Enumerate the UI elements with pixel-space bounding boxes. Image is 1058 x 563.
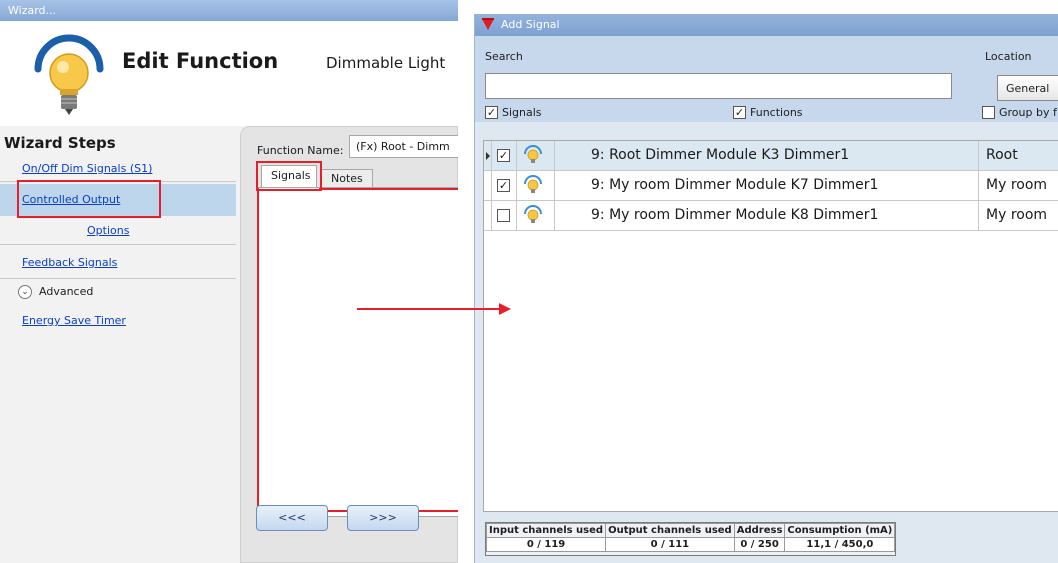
wizard-body: Wizard Steps On/Off Dim Signals (S1) Con… — [0, 126, 458, 563]
red-triangle-logo-icon — [482, 18, 494, 30]
usage-stats-table: Input channels used Output channels used… — [485, 522, 897, 556]
table-row[interactable]: ✓ 9: My room Dimmer Module K7 Dimmer1 My… — [484, 171, 1058, 201]
lightbulb-icon — [524, 205, 542, 223]
function-name-label: Function Name: — [257, 144, 344, 157]
highlight-box-controlled-output — [17, 180, 161, 218]
search-label: Search — [485, 50, 523, 63]
stats-header-consumption: Consumption (mA) — [784, 523, 896, 538]
advanced-section-toggle[interactable]: ⌄ Advanced — [0, 281, 236, 305]
row-header[interactable] — [484, 171, 492, 200]
group-by-filter-label: Group by f — [999, 106, 1057, 119]
signals-filter-label: Signals — [502, 106, 542, 119]
function-name-input[interactable]: (Fx) Root - Dimm — [349, 135, 458, 158]
row-header[interactable] — [484, 141, 492, 170]
add-signal-window: Add Signal Search Location General ✓ Sig… — [474, 14, 1058, 563]
stats-value-address: 0 / 250 — [733, 537, 786, 552]
row-checkbox[interactable]: ✓ — [497, 149, 510, 162]
lightbulb-icon — [34, 34, 104, 115]
advanced-label: Advanced — [39, 285, 94, 298]
stats-header-address: Address — [733, 523, 786, 538]
highlight-box-signals-tab — [256, 161, 322, 191]
signals-drop-area[interactable] — [257, 187, 458, 517]
signal-location: My room — [986, 177, 1048, 193]
signals-grid: ✓ 9: Root Dimmer Module K3 Dimmer1 Root … — [483, 140, 1058, 512]
wizard-steps-title: Wizard Steps — [4, 134, 116, 152]
stats-header-output: Output channels used — [605, 523, 735, 538]
functions-checkbox[interactable]: ✓ — [733, 106, 746, 119]
functions-filter-label: Functions — [750, 106, 803, 119]
wizard-window: Wizard... Edit Function Dimmable Light W… — [0, 0, 458, 563]
wizard-window-title: Wizard... — [8, 4, 57, 17]
lightbulb-icon — [524, 175, 542, 193]
table-row[interactable]: ✓ 9: Root Dimmer Module K3 Dimmer1 Root — [484, 141, 1058, 171]
highlight-line-top — [319, 188, 458, 190]
row-checkbox[interactable] — [497, 209, 510, 222]
tab-notes[interactable]: Notes — [321, 169, 373, 187]
lightbulb-icon — [524, 145, 542, 163]
step-options[interactable]: Options — [0, 219, 236, 245]
function-panel: Function Name: (Fx) Root - Dimm Signals … — [240, 126, 458, 563]
function-type-label: Dimmable Light — [326, 54, 446, 72]
step-feedback-signals[interactable]: Feedback Signals — [0, 253, 236, 279]
annotation-arrow — [357, 303, 513, 315]
stats-header-input: Input channels used — [485, 523, 607, 538]
table-row[interactable]: 9: My room Dimmer Module K8 Dimmer1 My r… — [484, 201, 1058, 231]
row-checkbox[interactable]: ✓ — [497, 179, 510, 192]
location-select[interactable]: General — [997, 75, 1058, 101]
highlight-line-left — [257, 188, 259, 512]
chevron-down-icon[interactable]: ⌄ — [18, 285, 32, 299]
row-pointer-icon — [486, 152, 490, 160]
wizard-header: Edit Function Dimmable Light — [0, 21, 458, 126]
group-by-checkbox[interactable] — [982, 106, 995, 119]
step-on-off-dim-signals[interactable]: On/Off Dim Signals (S1) — [0, 160, 236, 182]
location-label: Location — [985, 50, 1032, 63]
signals-checkbox[interactable]: ✓ — [485, 106, 498, 119]
signal-location: Root — [986, 147, 1018, 163]
stats-value-consumption: 11,1 / 450,0 — [784, 537, 896, 552]
signal-name: 9: Root Dimmer Module K3 Dimmer1 — [591, 147, 850, 163]
wizard-title-bar: Wizard... — [0, 0, 458, 21]
next-button[interactable]: >>> — [347, 505, 419, 531]
stats-value-output: 0 / 111 — [605, 537, 735, 552]
step-energy-save-timer[interactable]: Energy Save Timer — [0, 314, 236, 336]
previous-button[interactable]: <<< — [256, 505, 328, 531]
signal-name: 9: My room Dimmer Module K8 Dimmer1 — [591, 207, 879, 223]
row-header[interactable] — [484, 201, 492, 230]
add-signal-title-bar: Add Signal — [475, 14, 1058, 36]
search-input[interactable] — [485, 73, 952, 99]
wizard-steps-panel: Wizard Steps On/Off Dim Signals (S1) Con… — [0, 126, 236, 563]
page-title: Edit Function — [122, 49, 279, 73]
stats-value-input: 0 / 119 — [485, 537, 607, 552]
signal-name: 9: My room Dimmer Module K7 Dimmer1 — [591, 177, 879, 193]
add-signal-window-title: Add Signal — [501, 18, 560, 31]
signal-location: My room — [986, 207, 1048, 223]
